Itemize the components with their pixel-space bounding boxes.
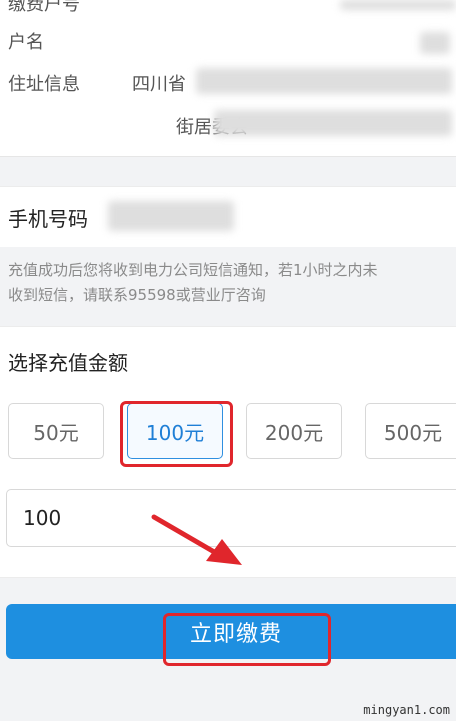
amount-input-value: 100 xyxy=(23,506,62,530)
sms-notice-line1: 充值成功后您将收到电力公司短信通知，若1小时之内未 xyxy=(8,261,378,279)
amount-option-200[interactable]: 200元 xyxy=(246,403,342,459)
sms-notice: 充值成功后您将收到电力公司短信通知，若1小时之内未 收到短信，请联系95598或… xyxy=(8,258,456,308)
address-line1-redacted xyxy=(196,68,452,94)
account-name-label: 户名 xyxy=(8,32,44,53)
account-name-redacted xyxy=(420,32,450,54)
amount-option-500[interactable]: 500元 xyxy=(365,403,456,459)
sms-notice-line2: 收到短信，请联系95598或营业厅咨询 xyxy=(8,286,266,304)
phone-number-redacted xyxy=(108,201,234,231)
account-info-card: 缴费户号 户名 住址信息 四川省 街居委会 xyxy=(0,0,456,157)
address-line2-redacted xyxy=(214,110,452,136)
amount-card: 选择充值金额 50元 100元 200元 500元 100 xyxy=(0,326,456,578)
selected-amount-highlight xyxy=(120,401,233,467)
phone-card: 手机号码 xyxy=(0,186,456,247)
amount-section-title: 选择充值金额 xyxy=(8,351,128,375)
phone-label: 手机号码 xyxy=(8,207,88,231)
amount-option-50[interactable]: 50元 xyxy=(8,403,104,459)
pay-button-highlight xyxy=(163,613,331,666)
address-line1-text: 四川省 xyxy=(132,74,186,95)
watermark-text: mingyan1.com xyxy=(363,703,450,717)
annotation-arrow-icon xyxy=(151,514,242,565)
household-number-redacted xyxy=(340,0,456,10)
address-label: 住址信息 xyxy=(8,74,80,95)
household-number-label: 缴费户号 xyxy=(8,0,80,15)
